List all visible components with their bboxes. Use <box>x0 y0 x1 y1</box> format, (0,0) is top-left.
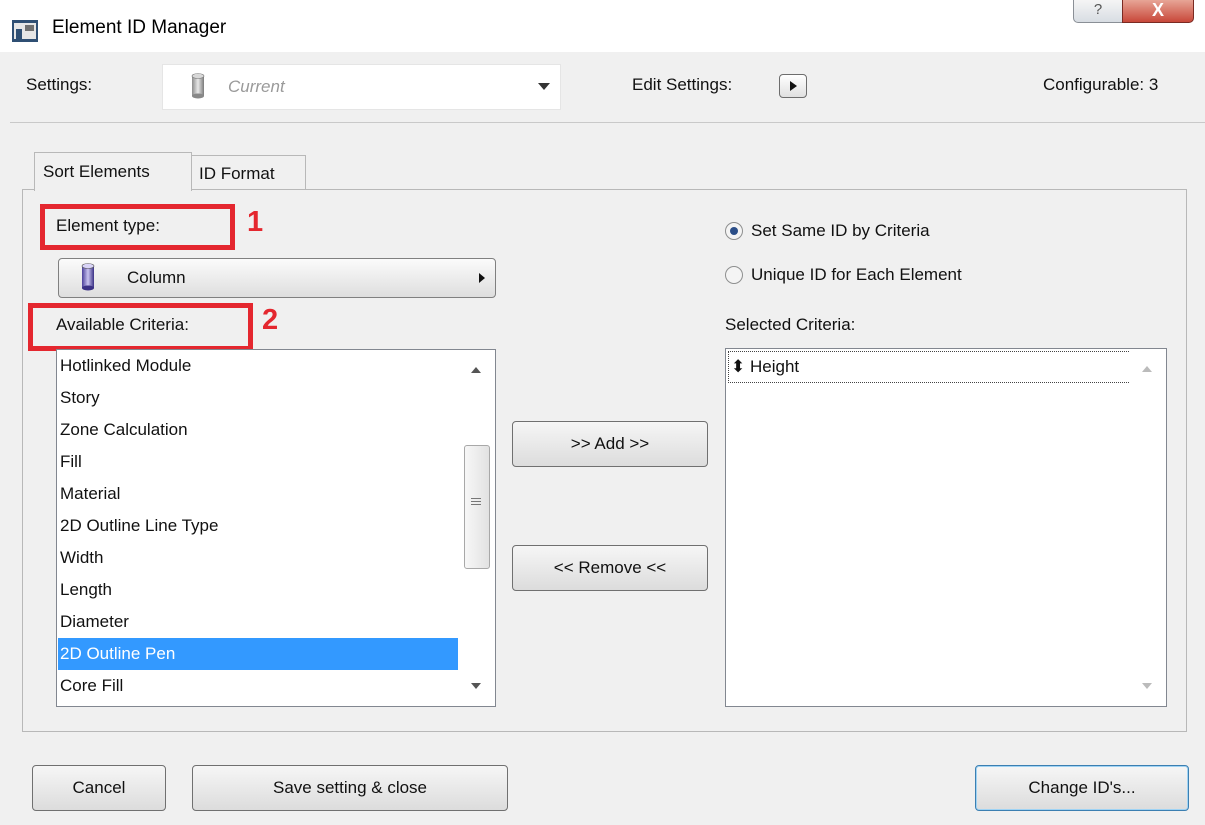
annotation-box-1 <box>40 204 235 250</box>
annotation-number-1: 1 <box>247 206 264 238</box>
save-button-label: Save setting & close <box>272 778 428 797</box>
add-button[interactable]: >> Add >> <box>512 421 708 467</box>
tab-id-format[interactable]: ID Format <box>190 155 306 192</box>
scroll-down-icon[interactable] <box>471 683 481 689</box>
title-bar: Element ID Manager ? X <box>0 0 1205 52</box>
radio-checked-dot <box>730 227 738 235</box>
list-item[interactable]: Story <box>58 382 100 414</box>
list-item[interactable]: Length <box>58 574 112 606</box>
column-cylinder-icon <box>81 263 95 291</box>
edit-settings-label: Edit Settings: <box>632 75 733 94</box>
change-ids-button-label: Change ID's... <box>1028 778 1136 797</box>
scroll-up-icon[interactable] <box>471 367 481 373</box>
configurable-label: Configurable: 3 <box>1043 75 1159 94</box>
cancel-button[interactable]: Cancel <box>32 765 166 811</box>
cancel-button-label: Cancel <box>72 778 126 797</box>
list-item[interactable]: Zone Calculation <box>58 414 188 446</box>
chevron-down-icon <box>538 83 550 90</box>
save-setting-close-button[interactable]: Save setting & close <box>192 765 508 811</box>
element-type-selector[interactable]: Column <box>58 258 496 298</box>
tab-sort-elements-label: Sort Elements <box>43 162 150 181</box>
active-tab-joint <box>35 189 189 191</box>
radio-same-id-label[interactable]: Set Same ID by Criteria <box>751 221 930 241</box>
close-icon: X <box>1151 0 1164 20</box>
scroll-up-icon[interactable] <box>1142 366 1152 372</box>
edit-settings-button[interactable] <box>779 74 807 98</box>
radio-unique-id[interactable] <box>725 266 743 284</box>
selected-criteria-scrollbar[interactable] <box>1130 350 1164 705</box>
remove-button-label: << Remove << <box>553 558 667 577</box>
list-item[interactable]: Fill <box>58 446 82 478</box>
add-button-label: >> Add >> <box>570 434 650 453</box>
close-button[interactable]: X <box>1122 0 1194 23</box>
element-type-value: Column <box>127 268 186 287</box>
play-arrow-icon <box>790 81 797 91</box>
tab-id-format-label: ID Format <box>199 164 275 183</box>
settings-value: Current <box>228 77 285 96</box>
list-item[interactable]: Hotlinked Module <box>58 350 191 382</box>
settings-cylinder-icon <box>191 73 205 99</box>
header-divider <box>10 122 1205 123</box>
settings-dropdown[interactable]: Current <box>162 64 561 110</box>
scroll-down-icon[interactable] <box>1142 683 1152 689</box>
list-item[interactable]: Diameter <box>58 606 129 638</box>
element-id-manager-window: Element ID Manager ? X Settings: Current… <box>0 0 1205 825</box>
list-item[interactable]: Width <box>58 542 103 574</box>
selected-criteria-list[interactable]: ⬍ Height <box>725 348 1167 707</box>
selected-criteria-item-label: Height <box>749 357 800 376</box>
selected-criteria-label: Selected Criteria: <box>725 315 856 334</box>
grip-icon <box>471 498 481 507</box>
annotation-box-2 <box>28 303 253 351</box>
sort-updown-icon: ⬍ <box>731 357 746 376</box>
list-item[interactable]: 2D Outline Line Type <box>58 510 218 542</box>
list-item-selected[interactable]: 2D Outline Pen <box>58 638 458 670</box>
tab-sort-elements[interactable]: Sort Elements <box>34 152 192 191</box>
selected-criteria-item[interactable]: ⬍ Height <box>729 351 799 383</box>
remove-button[interactable]: << Remove << <box>512 545 708 591</box>
play-arrow-icon <box>479 273 485 283</box>
annotation-number-2: 2 <box>262 304 279 336</box>
help-button[interactable]: ? <box>1073 0 1123 23</box>
list-item[interactable]: Core Fill <box>58 670 123 702</box>
radio-same-id[interactable] <box>725 222 743 240</box>
change-ids-button[interactable]: Change ID's... <box>975 765 1189 811</box>
available-criteria-scrollbar[interactable] <box>459 351 493 705</box>
app-icon <box>12 20 38 42</box>
scrollbar-thumb[interactable] <box>464 445 490 569</box>
help-icon: ? <box>1093 1 1103 18</box>
window-title: Element ID Manager <box>52 17 227 38</box>
available-criteria-list[interactable]: Hotlinked Module Story Zone Calculation … <box>56 349 496 707</box>
list-item[interactable]: Material <box>58 478 120 510</box>
settings-label: Settings: <box>26 75 93 94</box>
radio-unique-id-label[interactable]: Unique ID for Each Element <box>751 265 962 285</box>
